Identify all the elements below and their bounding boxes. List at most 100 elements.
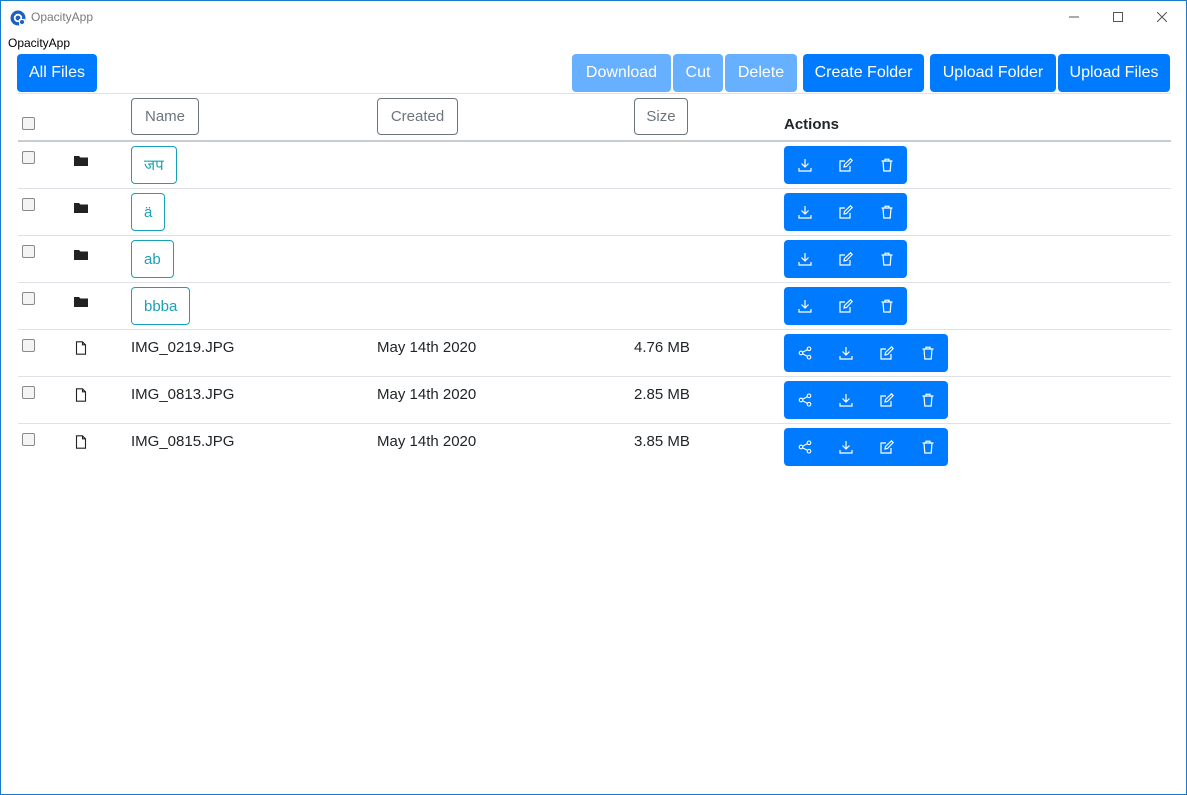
actions-header: Actions	[784, 116, 840, 133]
trash-icon	[881, 205, 892, 219]
download-icon	[797, 300, 812, 313]
download-icon	[797, 253, 812, 266]
all-files-button[interactable]: All Files	[17, 54, 97, 92]
upload-folder-button[interactable]: Upload Folder	[930, 54, 1056, 92]
file-icon	[75, 341, 87, 355]
file-created: May 14th 2020	[377, 386, 477, 403]
download-action[interactable]	[825, 334, 866, 372]
edit-icon	[879, 440, 894, 454]
download-icon	[838, 441, 853, 454]
folder-icon	[74, 203, 88, 213]
share-icon	[798, 393, 811, 407]
folder-actions	[784, 240, 907, 278]
delete-action[interactable]	[907, 428, 948, 466]
download-action[interactable]	[825, 381, 866, 419]
delete-action[interactable]	[866, 240, 907, 278]
row-checkbox[interactable]	[22, 339, 35, 352]
download-icon	[797, 159, 812, 172]
file-actions	[784, 334, 948, 372]
upload-files-button[interactable]: Upload Files	[1058, 54, 1170, 92]
maximize-icon	[1113, 12, 1123, 22]
rename-action[interactable]	[866, 381, 907, 419]
file-created: May 14th 2020	[377, 433, 477, 450]
row-divider	[18, 329, 1171, 330]
app-menu-label[interactable]: OpacityApp	[8, 36, 70, 50]
row-divider	[18, 188, 1171, 189]
rename-action[interactable]	[825, 287, 866, 325]
share-action[interactable]	[784, 428, 825, 466]
row-divider	[18, 282, 1171, 283]
row-checkbox[interactable]	[22, 151, 35, 164]
folder-icon	[74, 156, 88, 166]
download-action[interactable]	[825, 428, 866, 466]
sort-created-button[interactable]: Created	[377, 98, 458, 135]
folder-name-button[interactable]: जप	[131, 146, 177, 184]
download-action[interactable]	[784, 193, 825, 231]
row-checkbox[interactable]	[22, 198, 35, 211]
delete-action[interactable]	[907, 381, 948, 419]
delete-action[interactable]	[866, 146, 907, 184]
opacity-logo-icon	[10, 10, 26, 26]
rename-action[interactable]	[866, 334, 907, 372]
delete-action[interactable]	[907, 334, 948, 372]
table-top-divider	[18, 93, 1171, 94]
maximize-button[interactable]	[1095, 1, 1141, 33]
folder-actions	[784, 146, 907, 184]
file-name[interactable]: IMG_0813.JPG	[131, 386, 234, 403]
file-icon	[75, 388, 87, 402]
row-checkbox[interactable]	[22, 386, 35, 399]
share-action[interactable]	[784, 381, 825, 419]
folder-icon	[74, 250, 88, 260]
cut-button[interactable]: Cut	[673, 54, 723, 92]
minimize-icon	[1069, 16, 1079, 18]
folder-name-button[interactable]: bbba	[131, 287, 191, 325]
close-icon	[1157, 12, 1167, 22]
sort-size-button[interactable]: Size	[634, 98, 688, 135]
row-checkbox[interactable]	[22, 292, 35, 305]
rename-action[interactable]	[866, 428, 907, 466]
rename-action[interactable]	[825, 146, 866, 184]
select-all-checkbox[interactable]	[22, 117, 35, 130]
trash-icon	[922, 393, 933, 407]
edit-icon	[838, 205, 853, 219]
minimize-button[interactable]	[1051, 1, 1097, 33]
close-button[interactable]	[1139, 1, 1185, 33]
edit-icon	[838, 299, 853, 313]
delete-button[interactable]: Delete	[725, 54, 797, 92]
share-icon	[798, 346, 811, 360]
folder-icon	[74, 297, 88, 307]
download-action[interactable]	[784, 146, 825, 184]
download-button[interactable]: Download	[572, 54, 671, 92]
folder-name-button[interactable]: ä	[131, 193, 166, 231]
window-title: OpacityApp	[31, 10, 94, 24]
sort-name-button[interactable]: Name	[131, 98, 199, 135]
download-action[interactable]	[784, 287, 825, 325]
row-checkbox[interactable]	[22, 245, 35, 258]
folder-actions	[784, 193, 907, 231]
trash-icon	[922, 346, 933, 360]
edit-icon	[838, 252, 853, 266]
file-size: 3.85 MB	[634, 433, 690, 450]
download-action[interactable]	[784, 240, 825, 278]
delete-action[interactable]	[866, 193, 907, 231]
download-icon	[838, 347, 853, 360]
share-action[interactable]	[784, 334, 825, 372]
file-name[interactable]: IMG_0219.JPG	[131, 339, 234, 356]
title-bar: OpacityApp	[1, 1, 1186, 33]
create-folder-button[interactable]: Create Folder	[803, 54, 924, 92]
app-window: OpacityApp OpacityApp All Files Download…	[0, 0, 1187, 795]
file-name[interactable]: IMG_0815.JPG	[131, 433, 234, 450]
file-size: 4.76 MB	[634, 339, 690, 356]
row-divider	[18, 235, 1171, 236]
folder-name-button[interactable]: ab	[131, 240, 174, 278]
rename-action[interactable]	[825, 193, 866, 231]
file-size: 2.85 MB	[634, 386, 690, 403]
rename-action[interactable]	[825, 240, 866, 278]
delete-action[interactable]	[866, 287, 907, 325]
row-checkbox[interactable]	[22, 433, 35, 446]
edit-icon	[879, 346, 894, 360]
file-actions	[784, 381, 948, 419]
row-divider	[18, 423, 1171, 424]
download-icon	[838, 394, 853, 407]
trash-icon	[881, 299, 892, 313]
